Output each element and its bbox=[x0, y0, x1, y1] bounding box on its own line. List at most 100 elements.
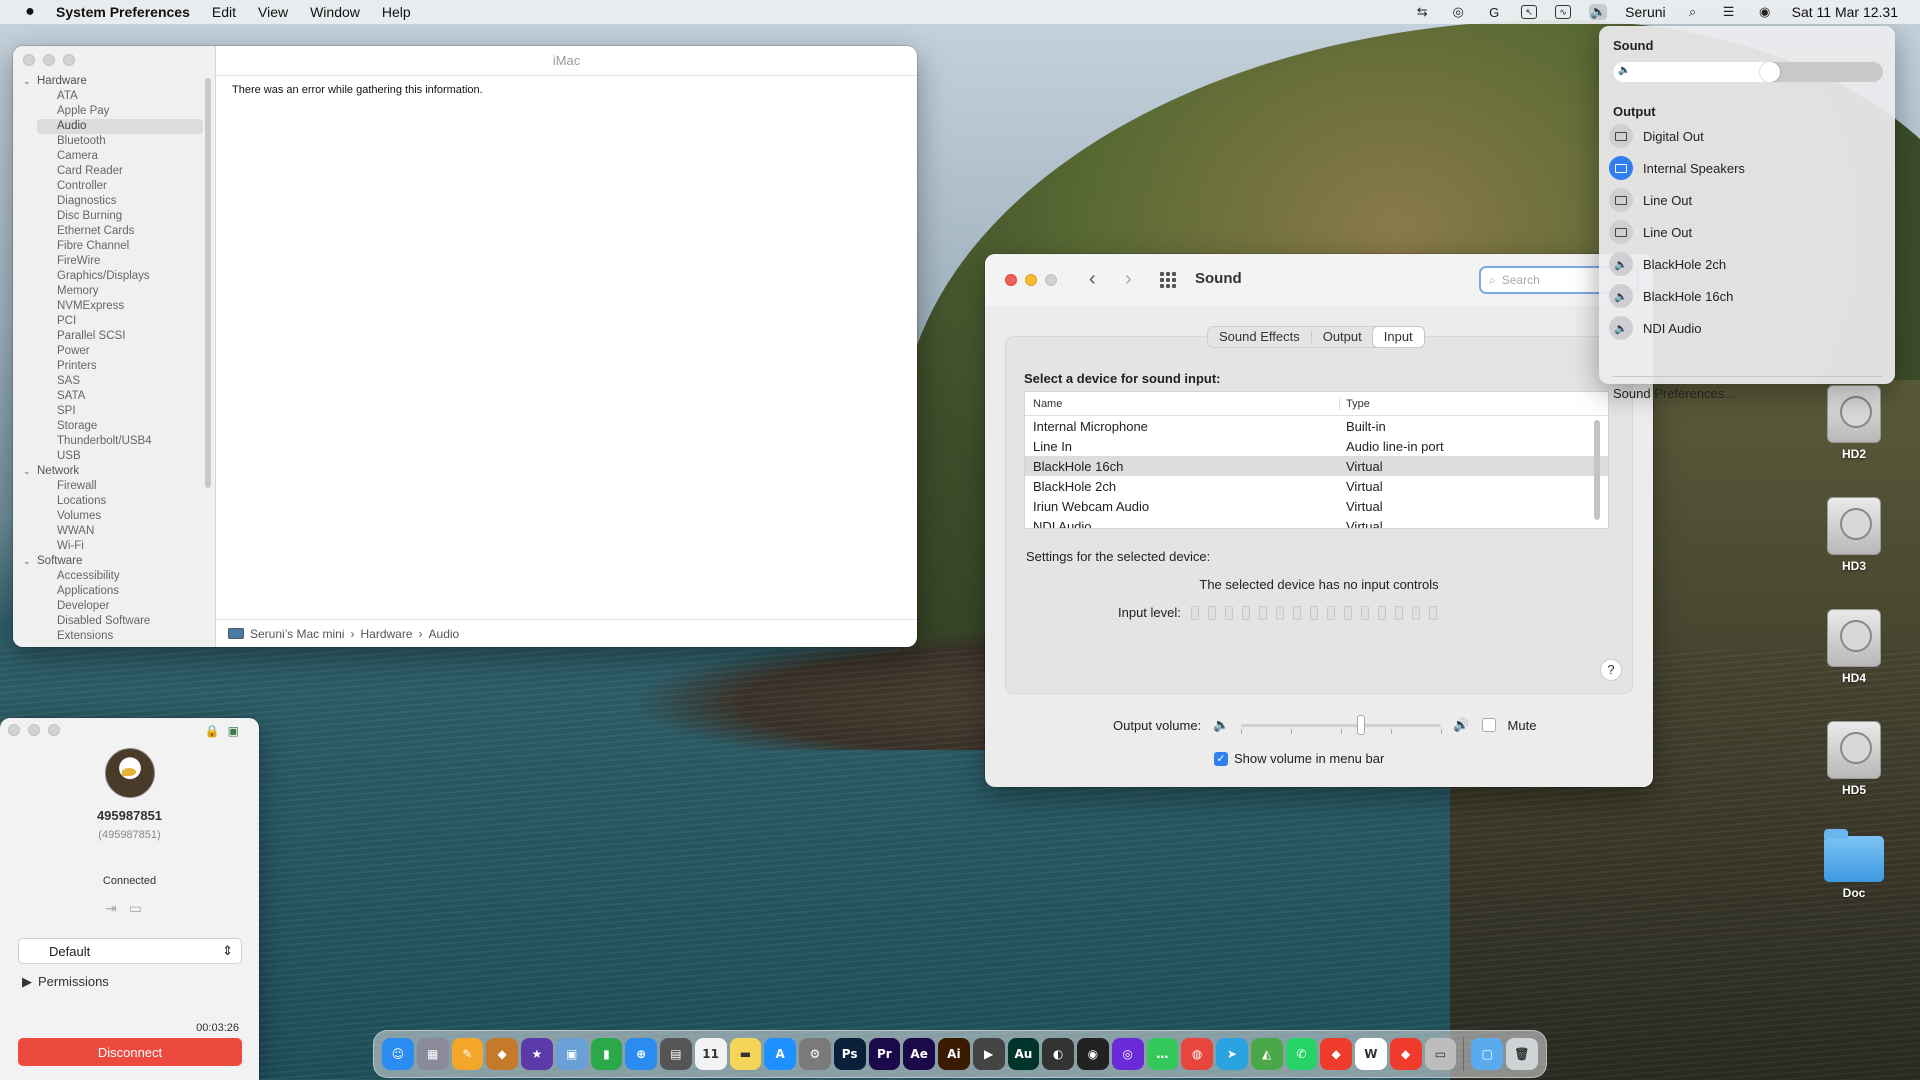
sound-menu-icon[interactable]: 🔈 bbox=[1589, 4, 1608, 20]
tree-item-ethernet-cards[interactable]: Ethernet Cards bbox=[23, 224, 203, 239]
tree-item-storage[interactable]: Storage bbox=[23, 419, 203, 434]
output-device-item[interactable]: Line Out bbox=[1609, 216, 1885, 248]
show-all-grid-icon[interactable] bbox=[1160, 272, 1176, 288]
tree-item-ata[interactable]: ATA bbox=[23, 89, 203, 104]
dock-audition-icon[interactable]: Au bbox=[1007, 1038, 1040, 1070]
dock-messages-icon[interactable]: … bbox=[1146, 1038, 1179, 1070]
tree-item-thunderbolt-usb4[interactable]: Thunderbolt/USB4 bbox=[23, 434, 203, 449]
tree-item-audio[interactable]: Audio bbox=[37, 119, 203, 134]
dock-calculator-icon[interactable]: ▤ bbox=[660, 1038, 692, 1070]
tree-item-diagnostics[interactable]: Diagnostics bbox=[23, 194, 203, 209]
tree-item-extensions[interactable]: Extensions bbox=[23, 629, 203, 644]
path-section[interactable]: Hardware bbox=[360, 627, 412, 641]
tab-input[interactable]: Input bbox=[1372, 327, 1424, 347]
output-device-item[interactable]: Internal Speakers bbox=[1609, 152, 1885, 184]
dock-calendar-icon[interactable]: 11 bbox=[694, 1038, 727, 1070]
dock-printer-icon[interactable]: ▭ bbox=[1424, 1038, 1457, 1070]
dock-safari-icon[interactable]: ⊕ bbox=[625, 1038, 657, 1070]
dock-illustrator-icon[interactable]: Ai bbox=[938, 1038, 970, 1070]
mode-select[interactable]: Default ⇕ bbox=[18, 938, 242, 964]
output-device-item[interactable]: 🔈 NDI Audio bbox=[1609, 312, 1885, 344]
grammarly-icon[interactable]: G bbox=[1485, 4, 1503, 20]
dock-notes-icon[interactable]: ▬ bbox=[729, 1038, 762, 1070]
menu-user-name[interactable]: Seruni bbox=[1625, 4, 1665, 20]
tree-item-spi[interactable]: SPI bbox=[23, 404, 203, 419]
cursor-app-icon[interactable]: ↖ bbox=[1521, 5, 1538, 19]
table-row[interactable]: NDI Audio Virtual bbox=[1025, 516, 1608, 529]
minimize-button[interactable] bbox=[1025, 274, 1037, 286]
table-row[interactable]: Iriun Webcam Audio Virtual bbox=[1025, 496, 1608, 516]
chevron-down-icon[interactable]: ⌄ bbox=[23, 554, 37, 569]
menu-window[interactable]: Window bbox=[310, 4, 360, 20]
tree-section-network[interactable]: ⌄ Network bbox=[23, 464, 203, 479]
drive-hd2[interactable]: HD2 bbox=[1814, 385, 1894, 461]
table-row[interactable]: BlackHole 2ch Virtual bbox=[1025, 476, 1608, 496]
dock-pages-icon[interactable]: ✎ bbox=[451, 1038, 484, 1070]
tree-item-parallel-scsi[interactable]: Parallel SCSI bbox=[23, 329, 203, 344]
table-row-selected[interactable]: BlackHole 16ch Virtual bbox=[1025, 456, 1608, 476]
battery-settings-icon[interactable]: ⇆ bbox=[1413, 4, 1431, 20]
apple-icon[interactable]: ● bbox=[20, 3, 40, 21]
dock-numbers-icon[interactable]: ▮ bbox=[590, 1038, 623, 1070]
activity-graph-icon[interactable]: ∿ bbox=[1555, 5, 1572, 19]
control-center-icon[interactable]: ☰ bbox=[1720, 4, 1738, 20]
tree-item-memory[interactable]: Memory bbox=[23, 284, 203, 299]
sound-preferences-link[interactable]: Sound Preferences... bbox=[1613, 386, 1735, 401]
tree-item-pci[interactable]: PCI bbox=[23, 314, 203, 329]
table-scrollbar[interactable] bbox=[1594, 420, 1600, 520]
chat-icon[interactable]: ▭ bbox=[129, 900, 142, 917]
tab-sound-effects[interactable]: Sound Effects bbox=[1208, 327, 1311, 347]
tree-item-developer[interactable]: Developer bbox=[23, 599, 203, 614]
close-button[interactable] bbox=[23, 54, 35, 66]
menu-help[interactable]: Help bbox=[382, 4, 411, 20]
dock-maps-icon[interactable]: ◭ bbox=[1250, 1038, 1283, 1070]
tree-item-printers[interactable]: Printers bbox=[23, 359, 203, 374]
table-row[interactable]: Internal Microphone Built-in bbox=[1025, 416, 1608, 436]
tree-item-accessibility[interactable]: Accessibility bbox=[23, 569, 203, 584]
volume-knob[interactable] bbox=[1760, 62, 1781, 82]
minimize-button[interactable] bbox=[43, 54, 55, 66]
dock-imovie-icon[interactable]: ★ bbox=[521, 1038, 553, 1070]
tree-item-applications[interactable]: Applications bbox=[23, 584, 203, 599]
tree-item-wwan[interactable]: WWAN bbox=[23, 524, 203, 539]
dock-archiver-icon[interactable]: ◆ bbox=[486, 1038, 518, 1070]
minimize-button[interactable] bbox=[28, 724, 40, 736]
tree-section-hardware[interactable]: ⌄ Hardware bbox=[23, 74, 203, 89]
menu-app-name[interactable]: System Preferences bbox=[56, 4, 190, 20]
zoom-button[interactable] bbox=[1045, 274, 1057, 286]
zoom-button[interactable] bbox=[63, 54, 75, 66]
output-device-item[interactable]: 🔈 BlackHole 16ch bbox=[1609, 280, 1885, 312]
dock-compressor-icon[interactable]: ◐ bbox=[1042, 1038, 1074, 1070]
dock-whatsapp-icon[interactable]: ✆ bbox=[1285, 1038, 1318, 1070]
file-transfer-icon[interactable]: ⇥ bbox=[105, 900, 117, 917]
dock-trash-icon[interactable]: 🗑 bbox=[1506, 1038, 1538, 1070]
column-name-header[interactable]: Name bbox=[1025, 397, 1340, 410]
dock-davinci-icon[interactable]: ◉ bbox=[1077, 1038, 1109, 1070]
dock-system-preferences-icon[interactable]: ⚙ bbox=[799, 1038, 831, 1070]
tab-output[interactable]: Output bbox=[1312, 327, 1373, 347]
dock-launchpad-icon[interactable]: ▦ bbox=[416, 1038, 449, 1070]
sidebar-scrollbar[interactable] bbox=[205, 78, 211, 488]
dock-app-store-icon[interactable]: A bbox=[764, 1038, 796, 1070]
tree-item-card-reader[interactable]: Card Reader bbox=[23, 164, 203, 179]
chevron-down-icon[interactable]: ⌄ bbox=[23, 464, 37, 479]
menu-view[interactable]: View bbox=[258, 4, 288, 20]
tree-item-wi-fi[interactable]: Wi-Fi bbox=[23, 539, 203, 554]
tree-item-firewall[interactable]: Firewall bbox=[23, 479, 203, 494]
output-device-item[interactable]: Digital Out bbox=[1609, 120, 1885, 152]
tree-item-volumes[interactable]: Volumes bbox=[23, 509, 203, 524]
drive-hd3[interactable]: HD3 bbox=[1814, 497, 1894, 573]
folder-doc[interactable]: Doc bbox=[1814, 829, 1894, 900]
tree-item-camera[interactable]: Camera bbox=[23, 149, 203, 164]
tree-item-locations[interactable]: Locations bbox=[23, 494, 203, 509]
dock-anydesk-2-icon[interactable]: ◆ bbox=[1389, 1038, 1422, 1070]
mute-checkbox[interactable] bbox=[1481, 718, 1496, 732]
back-chevron-icon[interactable]: ‹ bbox=[1089, 268, 1096, 291]
disconnect-button[interactable]: Disconnect bbox=[18, 1038, 242, 1066]
siri-icon[interactable]: ◉ bbox=[1756, 4, 1774, 20]
spotlight-search-icon[interactable]: ⌕ bbox=[1684, 4, 1702, 20]
close-button[interactable] bbox=[1005, 274, 1017, 286]
tree-item-bluetooth[interactable]: Bluetooth bbox=[23, 134, 203, 149]
permissions-disclosure[interactable]: ▶ Permissions bbox=[22, 974, 109, 990]
tree-item-graphics-displays[interactable]: Graphics/Displays bbox=[23, 269, 203, 284]
